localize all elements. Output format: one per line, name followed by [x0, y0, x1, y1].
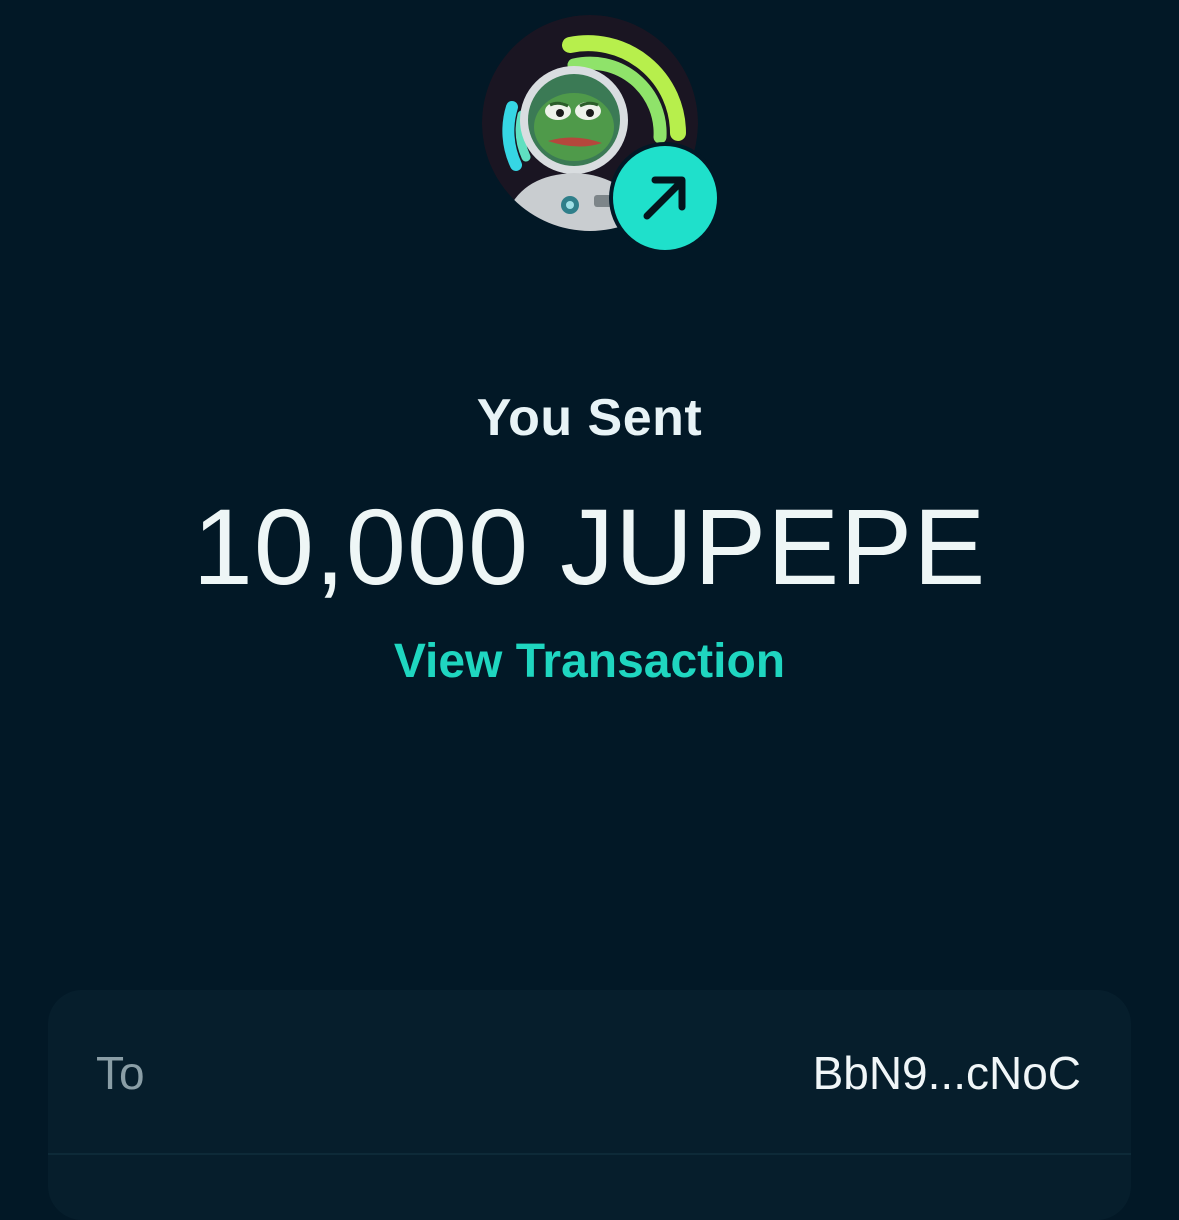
arrow-up-right-icon	[613, 146, 717, 250]
recipient-address[interactable]: BbN9...cNoC	[813, 1046, 1081, 1100]
view-transaction-link[interactable]: View Transaction	[0, 634, 1179, 689]
transaction-details-card: To BbN9...cNoC	[48, 990, 1131, 1220]
detail-label: To	[96, 1047, 145, 1099]
page-title: You Sent	[476, 389, 703, 447]
sent-amount: 10,000 JUPEPE	[192, 486, 987, 607]
sent-badge	[609, 142, 721, 254]
token-avatar-group	[482, 15, 722, 255]
detail-row-to: To BbN9...cNoC	[48, 990, 1131, 1155]
